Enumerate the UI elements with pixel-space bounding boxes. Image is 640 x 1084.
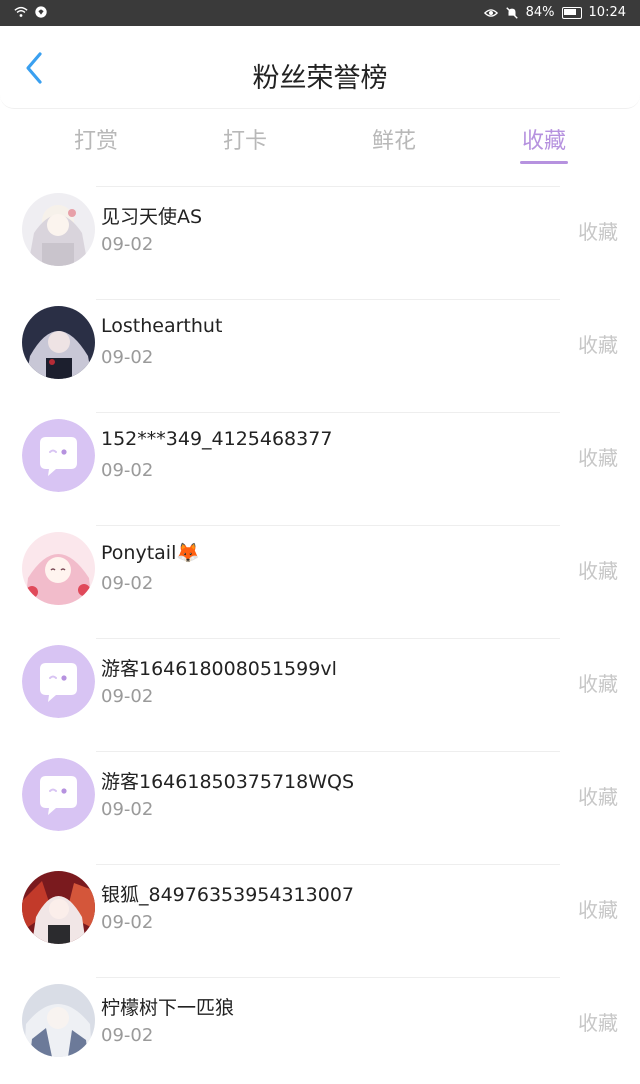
favorite-label: 收藏 — [578, 785, 618, 809]
list-item[interactable]: 见习天使AS 09-02 收藏 — [0, 180, 640, 293]
avatar[interactable] — [22, 532, 95, 605]
battery-percent: 84% — [525, 5, 555, 20]
status-bar: 84% 10:24 — [0, 0, 640, 26]
favorite-label: 收藏 — [578, 446, 618, 470]
list-item[interactable]: 游客16461850375718WQS 09-02 收藏 — [0, 745, 640, 858]
app-notification-icon — [35, 6, 47, 18]
avatar[interactable] — [22, 306, 95, 379]
list-item[interactable]: 柠檬树下一匹狼 09-02 收藏 — [0, 971, 640, 1084]
user-name: 见习天使AS — [101, 206, 203, 228]
avatar[interactable] — [22, 193, 95, 266]
eye-icon — [483, 8, 498, 17]
user-date: 09-02 — [101, 460, 154, 481]
row-divider — [96, 977, 560, 978]
user-name: 游客164618008051599vl — [101, 658, 337, 680]
row-divider — [96, 751, 560, 752]
user-date: 09-02 — [101, 686, 154, 707]
favorite-label: 收藏 — [578, 220, 618, 244]
row-divider — [96, 638, 560, 639]
list-item[interactable]: Losthearthut 09-02 收藏 — [0, 293, 640, 406]
user-name: Ponytail🦊 — [101, 542, 200, 564]
row-divider — [96, 299, 560, 300]
user-name: 银狐_84976353954313007 — [101, 884, 355, 906]
status-right: 84% 10:24 — [483, 5, 626, 20]
user-name: Losthearthut — [101, 315, 223, 337]
list-item[interactable]: Ponytail🦊 09-02 收藏 — [0, 519, 640, 632]
user-name: 152***349_4125468377 — [101, 428, 333, 450]
list-item[interactable]: 银狐_84976353954313007 09-02 收藏 — [0, 858, 640, 971]
user-name: 柠檬树下一匹狼 — [101, 997, 235, 1019]
clock-time: 10:24 — [588, 5, 626, 20]
wifi-icon — [14, 6, 28, 17]
app-header: 粉丝荣誉榜 — [0, 26, 640, 109]
status-left — [14, 5, 48, 19]
mute-bell-icon — [505, 6, 518, 19]
page-title: 粉丝荣誉榜 — [252, 63, 388, 94]
default-avatar[interactable] — [22, 419, 95, 492]
user-date: 09-02 — [101, 573, 154, 594]
row-divider — [96, 412, 560, 413]
fan-list: 见习天使AS 09-02 收藏 Losthearthut 09-02 收藏 15… — [0, 180, 640, 1084]
user-date: 09-02 — [101, 1025, 154, 1046]
default-avatar[interactable] — [22, 758, 95, 831]
user-date: 09-02 — [101, 912, 154, 933]
favorite-label: 收藏 — [578, 898, 618, 922]
user-date: 09-02 — [101, 799, 154, 820]
battery-icon — [561, 6, 582, 19]
tab-bar: 打赏 打卡 鲜花 收藏 — [0, 115, 640, 171]
tab-checkin[interactable]: 打卡 — [205, 123, 285, 155]
tab-flowers[interactable]: 鲜花 — [354, 123, 434, 155]
list-item[interactable]: 152***349_4125468377 09-02 收藏 — [0, 406, 640, 519]
list-item[interactable]: 游客164618008051599vl 09-02 收藏 — [0, 632, 640, 745]
favorite-label: 收藏 — [578, 559, 618, 583]
avatar[interactable] — [22, 984, 95, 1057]
tab-reward[interactable]: 打赏 — [56, 123, 136, 155]
default-avatar[interactable] — [22, 645, 95, 718]
row-divider — [96, 525, 560, 526]
tab-favorites[interactable]: 收藏 — [504, 123, 584, 155]
avatar[interactable] — [22, 871, 95, 944]
favorite-label: 收藏 — [578, 333, 618, 357]
row-divider — [96, 864, 560, 865]
favorite-label: 收藏 — [578, 1011, 618, 1035]
favorite-label: 收藏 — [578, 672, 618, 696]
user-date: 09-02 — [101, 234, 154, 255]
row-divider — [96, 186, 560, 187]
active-tab-indicator — [520, 161, 568, 164]
user-name: 游客16461850375718WQS — [101, 771, 355, 793]
user-date: 09-02 — [101, 347, 154, 368]
